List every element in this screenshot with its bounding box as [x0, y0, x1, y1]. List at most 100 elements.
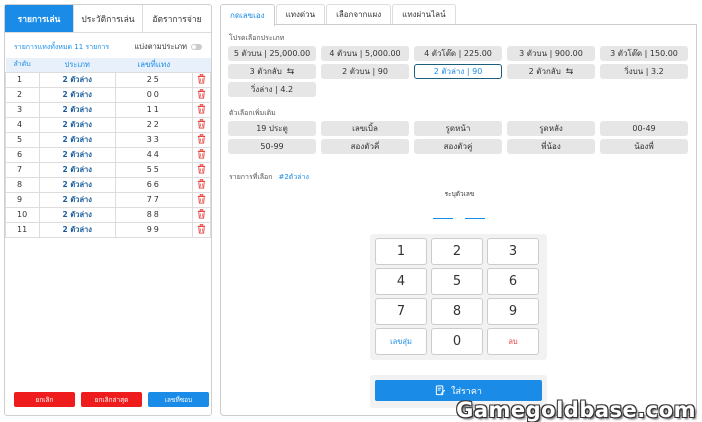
bet-entry-panel: กดเลขเอง แทงด่วน เลือกจากแผง แทงผ่านไลน์…: [220, 4, 697, 416]
table-row: 42 ตัวล่าง 22: [5, 116, 211, 133]
table-row: 82 ตัวล่าง 66: [5, 176, 211, 193]
delete-row-button[interactable]: [192, 131, 211, 148]
keypad-digit-2[interactable]: 2: [431, 238, 483, 265]
extra-option-button[interactable]: รูดหลัง: [507, 121, 595, 136]
delete-row-button[interactable]: [192, 176, 211, 193]
bet-type-label: 4 ตัวบน | 5,000.00: [329, 49, 401, 58]
bet-type-label: 3 ตัวบน | 900.00: [519, 49, 583, 58]
delete-row-button[interactable]: [192, 191, 211, 208]
row-type: 2 ตัวล่าง: [38, 176, 116, 193]
row-type: 2 ตัวล่าง: [38, 101, 116, 118]
bet-type-button[interactable]: วิ่งล่าง | 4.2: [228, 82, 316, 97]
table-row: 62 ตัวล่าง 44: [5, 146, 211, 163]
tab-choose-from-board[interactable]: เลือกจากแผง: [326, 4, 392, 24]
tab-payout-rate[interactable]: อัตราการจ่าย: [143, 5, 211, 32]
row-number: 5: [5, 131, 40, 148]
tab-bet-history[interactable]: ประวัติการเล่น: [74, 5, 143, 32]
row-number: 10: [5, 206, 40, 223]
trash-icon: [197, 163, 206, 174]
delete-row-button[interactable]: [192, 161, 211, 178]
row-type: 2 ตัวล่าง: [38, 86, 116, 103]
keypad-digit-6[interactable]: 6: [487, 268, 539, 295]
table-row: 10 2 ตัวล่าง 88: [5, 206, 211, 223]
swap-arrows-icon: ⇆: [565, 66, 574, 77]
keypad-digit-1[interactable]: 1: [375, 238, 427, 265]
bet-type-label: 4 ตัวโต๊ด | 225.00: [424, 49, 492, 58]
left-actions: ยกเลิก ยกเลิกล่าสุด เลขที่ซอบ: [14, 392, 209, 407]
bet-type-button[interactable]: 3 ตัวกลับ ⇆: [228, 64, 316, 79]
row-number: 2: [5, 86, 40, 103]
extra-option-button[interactable]: สองตัวคี่: [321, 139, 409, 154]
toggle-switch[interactable]: [191, 44, 202, 50]
extra-option-button[interactable]: 19 ประตู: [228, 121, 316, 136]
trash-icon: [197, 118, 206, 129]
row-bet-number: 22: [114, 116, 194, 133]
bet-type-button[interactable]: 2 ตัวล่าง | 90: [414, 64, 502, 79]
keypad-digit-3[interactable]: 3: [487, 238, 539, 265]
tab-bet-via-line[interactable]: แทงผ่านไลน์: [392, 4, 456, 24]
trash-icon: [197, 148, 206, 159]
delete-row-button[interactable]: [192, 206, 211, 223]
bet-type-button[interactable]: 2 ตัวกลับ ⇆: [507, 64, 595, 79]
bet-type-button[interactable]: 2 ตัวบน | 90: [321, 64, 409, 79]
tab-quick-bet[interactable]: แทงด่วน: [275, 4, 326, 24]
repeat-numbers-button[interactable]: เลขที่ซอบ: [148, 392, 209, 407]
row-number: 7: [5, 161, 40, 178]
table-header: ลำดับ ประเภท เลขที่แทง: [5, 58, 211, 72]
delete-row-button[interactable]: [192, 146, 211, 163]
delete-row-button[interactable]: [192, 71, 211, 88]
keypad-digit-0[interactable]: 0: [431, 328, 483, 355]
extra-options-grid: 19 ประตู เลขเบิ้ล รูดหน้า รูดหลัง 00-49 50-99…: [228, 121, 688, 154]
delete-row-button[interactable]: [192, 221, 211, 238]
digit-slot: [465, 218, 485, 219]
bet-type-button[interactable]: วิ่งบน | 3.2: [600, 64, 688, 79]
extra-option-button[interactable]: สองตัวคู่: [414, 139, 502, 154]
col-number: ลำดับ: [5, 58, 40, 72]
bet-type-button[interactable]: 5 ตัวบน | 25,000.00: [228, 46, 316, 61]
extra-option-button[interactable]: 50-99: [228, 139, 316, 154]
extra-option-button[interactable]: เลขเบิ้ล: [321, 121, 409, 136]
extra-option-button[interactable]: น้องพี่: [600, 139, 688, 154]
delete-row-button[interactable]: [192, 116, 211, 133]
tab-bet-list[interactable]: รายการเล่น: [5, 5, 74, 32]
extra-option-button[interactable]: รูดหน้า: [414, 121, 502, 136]
bet-type-label: 2 ตัวกลับ: [528, 67, 561, 76]
cancel-last-button[interactable]: ยกเลิกล่าสุด: [81, 392, 142, 407]
bet-type-button[interactable]: 4 ตัวบน | 5,000.00: [321, 46, 409, 61]
keypad-digit-5[interactable]: 5: [431, 268, 483, 295]
row-type: 2 ตัวล่าง: [38, 146, 116, 163]
delete-row-button[interactable]: [192, 101, 211, 118]
row-bet-number: 11: [114, 101, 194, 118]
keypad-digit-8[interactable]: 8: [431, 298, 483, 325]
bet-type-label: 5 ตัวบน | 25,000.00: [233, 49, 311, 58]
table-row: 52 ตัวล่าง 33: [5, 131, 211, 148]
extra-option-button[interactable]: พี่น้อง: [507, 139, 595, 154]
bet-count-text: รายการแทงทั้งหมด 11 รายการ: [14, 42, 110, 51]
row-type: 2 ตัวล่าง: [38, 161, 116, 178]
table-row: 11 2 ตัวล่าง 99: [5, 221, 211, 238]
cancel-button[interactable]: ยกเลิก: [14, 392, 75, 407]
bet-type-button[interactable]: 3 ตัวโต๊ด | 150.00: [600, 46, 688, 61]
bet-type-button[interactable]: 3 ตัวบน | 900.00: [507, 46, 595, 61]
group-by-type-toggle[interactable]: แบ่งตามประเภท: [134, 41, 202, 53]
delete-key-button[interactable]: ลบ: [487, 328, 539, 355]
extra-option-button[interactable]: 00-49: [600, 121, 688, 136]
extra-section-label: ตัวเลือกเพิ่มเติม: [229, 109, 276, 117]
row-bet-number: 00: [114, 86, 194, 103]
keypad-digit-4[interactable]: 4: [375, 268, 427, 295]
bet-type-button[interactable]: 4 ตัวโต๊ด | 225.00: [414, 46, 502, 61]
row-number: 9: [5, 191, 40, 208]
tab-manual-entry[interactable]: กดเลขเอง: [220, 4, 275, 26]
row-bet-number: 55: [114, 161, 194, 178]
col-type: ประเภท: [39, 58, 116, 72]
keypad-digit-7[interactable]: 7: [375, 298, 427, 325]
keypad-digit-9[interactable]: 9: [487, 298, 539, 325]
bet-type-label: 3 ตัวกลับ: [249, 67, 282, 76]
row-bet-number: 77: [114, 191, 194, 208]
table-row: 72 ตัวล่าง 55: [5, 161, 211, 178]
delete-row-button[interactable]: [192, 86, 211, 103]
left-tabs: รายการเล่น ประวัติการเล่น อัตราการจ่าย: [5, 5, 211, 33]
row-number: 11: [5, 221, 40, 238]
selected-type-tag: #2ตัวล่าง: [278, 173, 309, 181]
random-number-button[interactable]: เลขสุ่ม: [375, 328, 427, 355]
